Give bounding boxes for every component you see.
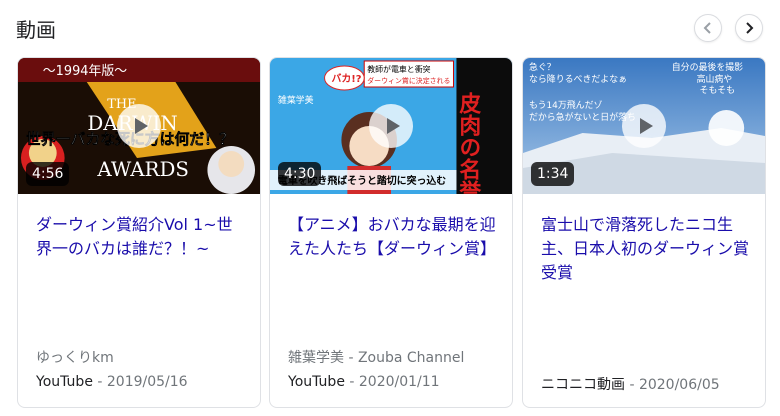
play-icon: [639, 118, 653, 134]
carousel-next-button[interactable]: [735, 14, 763, 42]
chevron-left-icon: [703, 22, 711, 34]
video-card[interactable]: 〜1994年版〜 THE DARWIN AWARDS 世界一バカな死に方は何だ！…: [17, 57, 261, 408]
video-source: ニコニコ動画: [541, 377, 625, 393]
video-date: 2019/05/16: [106, 374, 188, 390]
play-button[interactable]: [622, 104, 666, 148]
svg-text:バカ!?: バカ!?: [331, 73, 361, 85]
video-meta: YouTube - 2020/01/11: [288, 374, 440, 390]
video-card[interactable]: 急ぐ？ なら降りるべきだよなぁ 自分の最後を撮影 高山病や そもそも もう14万…: [522, 57, 766, 408]
video-source: YouTube: [36, 374, 93, 390]
chevron-right-icon: [746, 22, 754, 34]
video-date: 2020/01/11: [358, 374, 440, 390]
svg-text:AWARDS: AWARDS: [96, 158, 189, 181]
svg-text:雑葉学美: 雑葉学美: [278, 94, 314, 106]
video-title-link[interactable]: 【アニメ】おバカな最期を迎えた人たち【ダーウィン賞】: [288, 213, 498, 261]
play-button[interactable]: [117, 104, 161, 148]
svg-text:だから急がないと日が落ち: だから急がないと日が落ち: [529, 111, 636, 123]
carousel-prev-button[interactable]: [694, 14, 722, 42]
video-channel: ゆっくりkm: [36, 350, 114, 366]
play-icon: [134, 118, 148, 134]
svg-text:急ぐ？: 急ぐ？: [529, 61, 556, 73]
video-meta: YouTube - 2019/05/16: [36, 374, 188, 390]
play-icon: [386, 118, 400, 134]
video-source: YouTube: [288, 374, 345, 390]
video-duration: 1:34: [531, 162, 575, 186]
video-duration: 4:56: [26, 162, 70, 186]
svg-text:高山病や: 高山病や: [697, 73, 733, 85]
svg-text:なら降りるべきだよなぁ: なら降りるべきだよなぁ: [529, 73, 627, 85]
video-title-link[interactable]: 富士山で滑落死したニコ生主、日本人初のダーウィン賞受賞: [541, 213, 751, 285]
video-thumbnail[interactable]: 〜1994年版〜 THE DARWIN AWARDS 世界一バカな死に方は何だ！…: [18, 58, 260, 194]
video-channel: 雑葉学美 - Zouba Channel: [288, 350, 465, 366]
svg-text:自分の最後を撮影: 自分の最後を撮影: [672, 61, 743, 73]
svg-text:皮肉の名誉: 皮肉の名誉: [456, 91, 481, 194]
video-thumbnail[interactable]: 急ぐ？ なら降りるべきだよなぁ 自分の最後を撮影 高山病や そもそも もう14万…: [523, 58, 765, 194]
play-button[interactable]: [369, 104, 413, 148]
video-date: 2020/06/05: [638, 377, 720, 393]
video-title-link[interactable]: ダーウィン賞紹介Vol 1~世界一のバカは誰だ？！~: [36, 213, 246, 261]
section-title: 動画: [16, 18, 56, 42]
svg-text:〜1994年版〜: 〜1994年版〜: [43, 64, 127, 79]
svg-text:そもそも: そもそも: [700, 85, 735, 96]
svg-text:教師が電車と衝突: 教師が電車と衝突: [367, 64, 430, 74]
svg-text:ダーウィン賞に決定される: ダーウィン賞に決定される: [367, 76, 450, 85]
video-card[interactable]: バカ!? 教師が電車と衝突 ダーウィン賞に決定される 雑葉学美 電車を吹き飛ばそ…: [269, 57, 513, 408]
svg-text:もう14万飛んだゾ: もう14万飛んだゾ: [529, 100, 603, 111]
video-meta: ニコニコ動画 - 2020/06/05: [541, 377, 720, 393]
video-duration: 4:30: [278, 162, 322, 186]
video-thumbnail[interactable]: バカ!? 教師が電車と衝突 ダーウィン賞に決定される 雑葉学美 電車を吹き飛ばそ…: [270, 58, 512, 194]
